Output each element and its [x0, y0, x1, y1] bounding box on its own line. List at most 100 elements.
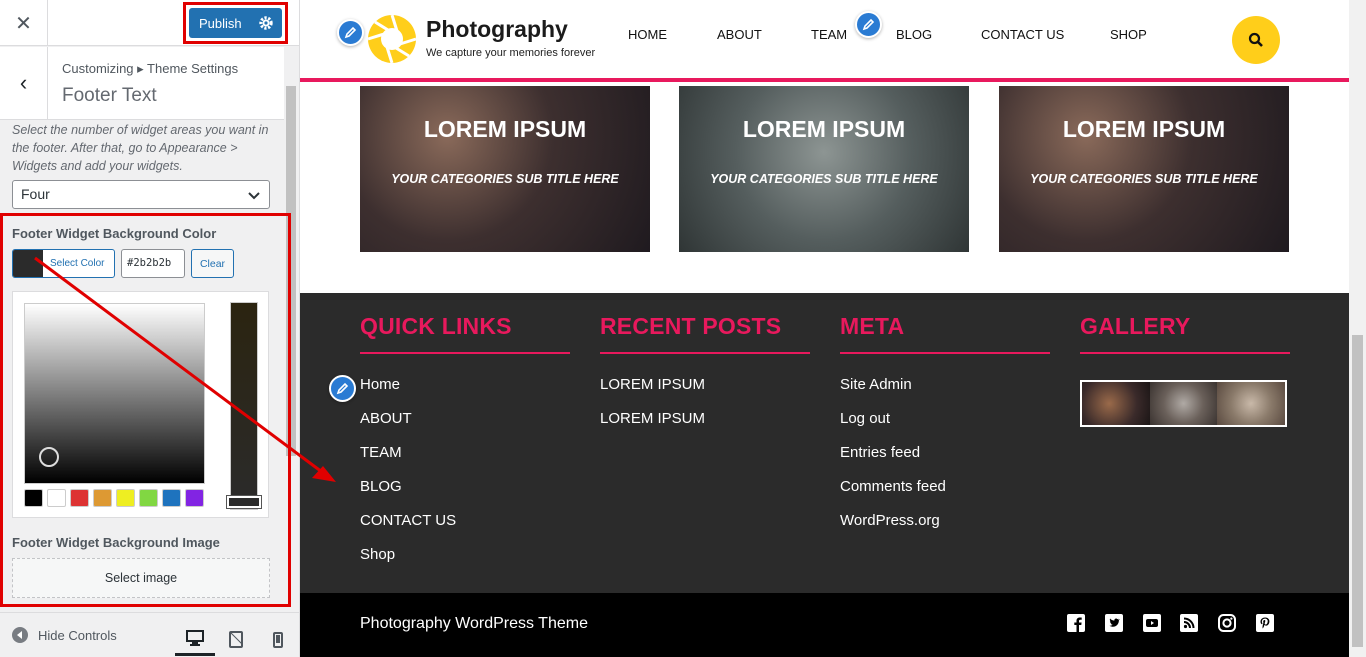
hex-color-input[interactable]: #2b2b2b [121, 249, 185, 278]
back-button[interactable]: ‹ [0, 47, 48, 119]
section-header: ‹ Customizing ▸ Theme Settings Footer Te… [0, 47, 284, 120]
edit-widget-shortcut-icon[interactable] [329, 375, 356, 402]
tablet-preview-button[interactable] [216, 623, 256, 656]
desktop-icon [186, 630, 204, 646]
list-item[interactable]: Home [360, 376, 570, 410]
gear-icon[interactable] [258, 15, 274, 31]
select-image-button[interactable]: Select image [12, 558, 270, 598]
footer-widgets: QUICK LINKS Home ABOUT TEAM BLOG CONTACT… [300, 293, 1349, 593]
search-button[interactable] [1232, 16, 1280, 64]
palette-swatch-green[interactable] [139, 489, 158, 507]
nav-about[interactable]: ABOUT [717, 27, 762, 42]
facebook-icon[interactable] [1067, 614, 1085, 632]
category-image [360, 86, 650, 252]
preview-scrollbar[interactable] [1349, 0, 1366, 657]
breadcrumb: Customizing ▸ Theme Settings [62, 61, 239, 76]
close-customizer-button[interactable]: ✕ [0, 0, 48, 46]
nav-shop[interactable]: SHOP [1110, 27, 1147, 42]
category-subtitle: YOUR CATEGORIES SUB TITLE HERE [710, 172, 938, 186]
youtube-icon[interactable] [1143, 614, 1161, 632]
widget-title: QUICK LINKS [360, 313, 570, 354]
mobile-preview-button[interactable] [258, 623, 298, 656]
widget-title: GALLERY [1080, 313, 1290, 354]
site-header: Photography We capture your memories for… [300, 0, 1349, 82]
palette-swatch-black[interactable] [24, 489, 43, 507]
copyright-text: Photography WordPress Theme [360, 615, 588, 632]
list-item[interactable]: ABOUT [360, 410, 570, 444]
nav-home[interactable]: HOME [628, 27, 667, 42]
hide-controls-button[interactable]: Hide Controls [12, 627, 117, 643]
tablet-icon [229, 631, 243, 648]
category-card-1[interactable]: LOREM IPSUM YOUR CATEGORIES SUB TITLE HE… [360, 86, 650, 252]
hue-slider-handle[interactable] [227, 496, 261, 508]
list-item[interactable]: Shop [360, 546, 570, 580]
site-bottom-bar: Photography WordPress Theme [300, 593, 1349, 657]
preview-scrollbar-thumb[interactable] [1352, 335, 1363, 647]
nav-team[interactable]: TEAM [811, 27, 847, 42]
pinterest-icon[interactable] [1256, 614, 1274, 632]
publish-button[interactable]: Publish [189, 8, 282, 38]
search-icon [1248, 32, 1263, 47]
desktop-preview-button[interactable] [175, 623, 215, 656]
saturation-handle[interactable] [39, 447, 59, 467]
category-card-2[interactable]: LOREM IPSUM YOUR CATEGORIES SUB TITLE HE… [679, 86, 969, 252]
list-item[interactable]: LOREM IPSUM [600, 376, 810, 410]
hide-controls-label: Hide Controls [38, 627, 117, 643]
collapse-icon [12, 627, 28, 643]
widget-count-select[interactable]: Four [12, 180, 270, 209]
select-color-label: Select Color [50, 258, 105, 269]
list-item[interactable]: WordPress.org [840, 512, 1050, 546]
publish-highlight: Publish [183, 2, 288, 44]
list-item[interactable]: CONTACT US [360, 512, 570, 546]
list-item[interactable]: TEAM [360, 444, 570, 478]
publish-label: Publish [199, 15, 242, 31]
hue-slider[interactable] [230, 302, 258, 510]
list-item[interactable]: BLOG [360, 478, 570, 512]
edit-menu-shortcut-icon[interactable] [855, 11, 882, 38]
customizer-sidebar: ✕ Publish ‹ Customizing ▸ Theme Settings… [0, 0, 300, 657]
gallery-image[interactable] [1217, 382, 1286, 425]
color-picker [12, 291, 269, 518]
widget-title: RECENT POSTS [600, 313, 810, 354]
mobile-icon [273, 631, 283, 648]
gallery-image[interactable] [1082, 382, 1150, 425]
list-item[interactable]: Comments feed [840, 478, 1050, 512]
palette-swatch-yellow[interactable] [116, 489, 135, 507]
recent-posts-widget: RECENT POSTS LOREM IPSUM LOREM IPSUM [600, 313, 810, 444]
palette-swatch-blue[interactable] [162, 489, 181, 507]
widget-title: META [840, 313, 1050, 354]
category-title: LOREM IPSUM [1062, 116, 1226, 142]
list-item[interactable]: Site Admin [840, 376, 1050, 410]
category-subtitle: YOUR CATEGORIES SUB TITLE HERE [1030, 172, 1258, 186]
clear-color-button[interactable]: Clear [191, 249, 234, 278]
chevron-left-icon: ‹ [19, 70, 28, 95]
list-item[interactable]: LOREM IPSUM [600, 410, 810, 444]
select-color-button[interactable]: Select Color [12, 249, 115, 278]
category-image [679, 86, 969, 252]
instagram-icon[interactable] [1218, 614, 1236, 632]
widget-count-value: Four [21, 186, 50, 202]
list-item[interactable]: Log out [840, 410, 1050, 444]
category-title: LOREM IPSUM [423, 116, 587, 142]
category-card-3[interactable]: LOREM IPSUM YOUR CATEGORIES SUB TITLE HE… [999, 86, 1289, 252]
palette-swatch-purple[interactable] [185, 489, 204, 507]
twitter-icon[interactable] [1105, 614, 1123, 632]
site-title[interactable]: Photography [426, 16, 568, 43]
camera-aperture-logo-icon[interactable] [367, 14, 417, 64]
bg-color-label: Footer Widget Background Color [12, 226, 217, 241]
customizer-footer: Hide Controls [0, 612, 299, 657]
palette-swatch-red[interactable] [70, 489, 89, 507]
gallery-thumbnails [1080, 380, 1287, 427]
nav-blog[interactable]: BLOG [896, 27, 932, 42]
edit-shortcut-icon[interactable] [337, 19, 364, 46]
palette-swatch-white[interactable] [47, 489, 66, 507]
nav-contact-us[interactable]: CONTACT US [981, 27, 1064, 42]
category-image [999, 86, 1289, 252]
gallery-image[interactable] [1149, 382, 1218, 425]
chevron-down-icon [248, 192, 260, 200]
quick-links-widget: QUICK LINKS Home ABOUT TEAM BLOG CONTACT… [360, 313, 570, 580]
palette-swatch-orange[interactable] [93, 489, 112, 507]
rss-icon[interactable] [1180, 614, 1198, 632]
gallery-widget: GALLERY [1080, 313, 1290, 427]
list-item[interactable]: Entries feed [840, 444, 1050, 478]
